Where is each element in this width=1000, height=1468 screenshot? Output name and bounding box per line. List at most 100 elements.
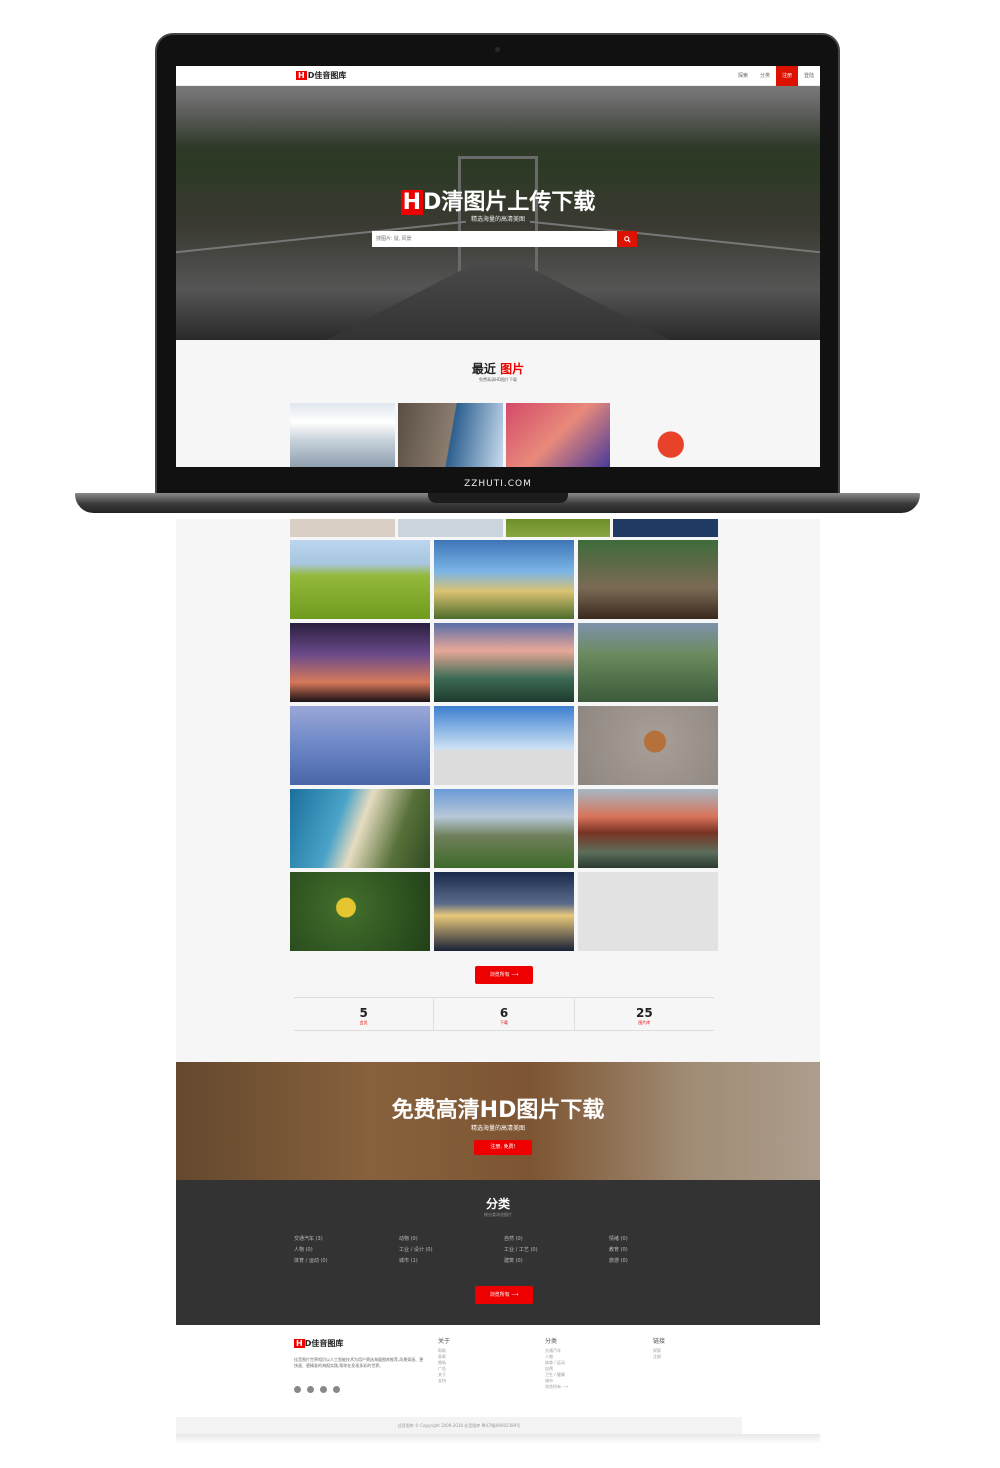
user-icon[interactable] [333, 1386, 340, 1393]
page-continuation: 浏览所有 ⟶ 5 会员 6 下载 25 图片库 免费高清HD图片下载 精选海量的… [176, 519, 820, 1434]
photo-tile[interactable] [290, 403, 395, 467]
photo-tile[interactable] [578, 623, 718, 702]
recent-title: 最近 图片 [176, 360, 820, 377]
category-link[interactable]: 旅游 (0) [609, 1257, 714, 1264]
nav-explore[interactable]: 探索 [732, 66, 754, 86]
logo-mark: H [296, 71, 307, 80]
hero-section: HD清图片上传下载 精选海量的高清美图 [176, 86, 820, 340]
logo-text: D佳音图库 [304, 1339, 344, 1348]
category-link[interactable]: 自然 (0) [504, 1235, 609, 1242]
photo-tile[interactable] [434, 706, 574, 785]
photo-tile[interactable] [290, 519, 395, 537]
footer-col-categories: 分类 交通汽车 人物 体育 / 运动 自然 卫生 / 健康 城市 浏览所有 ⟶ [545, 1339, 568, 1390]
category-link[interactable]: 工业 / 设计 (0) [399, 1246, 504, 1253]
recent-thumbnails [290, 403, 718, 467]
banner-subtitle: 精选海量的高清美图 [470, 1125, 525, 1132]
nav-register-button[interactable]: 注册 [775, 66, 798, 86]
recent-title-b: 图片 [500, 362, 525, 376]
stat-downloads: 6 下载 [434, 998, 575, 1030]
photo-tile[interactable] [434, 872, 574, 951]
nav-login[interactable]: 登陆 [798, 66, 820, 86]
search-bar [372, 231, 637, 247]
stat-images: 25 图片库 [575, 998, 714, 1030]
recent-images-header: 最近 图片 免费高清HD图片下载 [176, 340, 820, 383]
stat-number: 25 [635, 1006, 653, 1020]
stat-number: 6 [499, 1006, 509, 1020]
category-link[interactable]: 交通汽车 (3) [294, 1235, 399, 1242]
categories-subtitle: 按分类浏览图片 [484, 1212, 512, 1217]
hero-title-mark: H [400, 190, 424, 215]
photo-tile[interactable] [290, 789, 430, 868]
photo-tile[interactable] [397, 403, 503, 467]
recent-subtitle: 免费高清HD图片下载 [478, 377, 518, 382]
photo-tile[interactable] [434, 623, 574, 702]
camera-dot [495, 47, 500, 52]
footer-link[interactable]: 浏览所有 ⟶ [545, 1384, 568, 1390]
category-link[interactable]: 人物 (0) [294, 1246, 399, 1253]
photo-tile[interactable] [578, 706, 718, 785]
nav-links: 探索 分类 注册 登陆 [732, 66, 820, 86]
footer-link[interactable]: 注册 [653, 1354, 665, 1360]
stat-label: 下载 [499, 1020, 508, 1025]
category-link[interactable]: 城市 (1) [399, 1257, 504, 1264]
photo-tile[interactable] [578, 540, 718, 619]
category-link[interactable]: 教育 (0) [609, 1246, 714, 1253]
weibo-icon[interactable] [294, 1386, 301, 1393]
stat-members: 5 会员 [294, 998, 435, 1030]
banner-title: 免费高清HD图片下载 [391, 1098, 605, 1123]
category-link[interactable]: 动物 (0) [399, 1235, 504, 1242]
page-shadow [176, 1434, 820, 1444]
browse-all-button[interactable]: 浏览所有 ⟶ [475, 966, 533, 984]
category-link[interactable]: 情绪 (0) [609, 1235, 714, 1242]
cta-banner: 免费高清HD图片下载 精选海量的高清美图 注册, 免费! [176, 1062, 820, 1180]
photo-tile[interactable] [578, 789, 718, 868]
browse-categories-button[interactable]: 浏览所有 ⟶ [475, 1286, 533, 1304]
photo-tile[interactable] [505, 519, 611, 537]
footer-link[interactable]: 支持 [438, 1378, 450, 1384]
copyright: 佳音图库 © Copyright 2009-2018 佳音图库 粤ICP备090… [176, 1417, 742, 1434]
site-logo[interactable]: H D佳音图库 [296, 70, 346, 81]
categories-title: 分类 [485, 1197, 510, 1211]
site-footer: H D佳音图库 佳音图片世界相识以人工智能技术为用户筛选海量图库推荐,风景如画、更… [176, 1325, 820, 1434]
footer-col-head: 关于 [438, 1338, 451, 1345]
footer-logo[interactable]: H D佳音图库 [294, 1338, 343, 1349]
photo-tile[interactable] [290, 623, 430, 702]
category-link[interactable]: 工业 / 工艺 (0) [504, 1246, 609, 1253]
hero-title-text: D清图片上传下载 [423, 190, 596, 215]
photo-tile-empty [578, 872, 718, 951]
stat-label: 会员 [359, 1020, 368, 1025]
photo-tile[interactable] [290, 706, 430, 785]
photo-tile[interactable] [613, 403, 718, 467]
social-links [294, 1386, 340, 1393]
category-link[interactable]: 体育 / 运动 (0) [294, 1257, 399, 1264]
thumbnail-strip [290, 519, 718, 537]
stats-bar: 5 会员 6 下载 25 图片库 [294, 997, 714, 1031]
photo-tile[interactable] [397, 519, 503, 537]
photo-tile[interactable] [613, 519, 718, 537]
register-free-button[interactable]: 注册, 免费! [474, 1140, 532, 1155]
photo-tile[interactable] [290, 540, 430, 619]
category-list: 交通汽车 (3) 动物 (0) 自然 (0) 情绪 (0) 人物 (0) 工业 … [294, 1235, 714, 1264]
logo-text: D佳音图库 [307, 71, 347, 80]
search-input[interactable] [372, 231, 617, 247]
logo-mark: H [294, 1339, 305, 1348]
footer-col-links: 链接 探索 注册 [653, 1339, 665, 1360]
qq-icon[interactable] [307, 1386, 314, 1393]
category-link[interactable]: 建筑 (0) [504, 1257, 609, 1264]
wechat-icon[interactable] [320, 1386, 327, 1393]
photo-tile[interactable] [434, 789, 574, 868]
search-icon [623, 235, 631, 243]
footer-description: 佳音图片世界相识以人工智能技术为用户筛选海量图库推荐,风景如画、更快速、更精准的… [294, 1357, 424, 1368]
laptop-screen: HD佳音图库 探索 分类 注册 登陆 HD清图片上传下载 精选海量的高清美图 [176, 66, 820, 467]
search-button[interactable] [617, 231, 637, 247]
laptop-brand: ZZHUTI.COM [464, 479, 532, 489]
photo-tile[interactable] [434, 540, 574, 619]
footer-col-about: 关于 帮助 条款 隐私 广告 关于 支持 [438, 1339, 450, 1384]
nav-categories[interactable]: 分类 [754, 66, 776, 86]
categories-section: 分类 按分类浏览图片 交通汽车 (3) 动物 (0) 自然 (0) 情绪 (0)… [176, 1180, 820, 1325]
laptop-notch [428, 493, 568, 503]
photo-tile[interactable] [505, 403, 611, 467]
photo-tile[interactable] [290, 872, 430, 951]
hero-fog [176, 86, 820, 146]
hero-title: HD清图片上传下载 [176, 184, 820, 216]
